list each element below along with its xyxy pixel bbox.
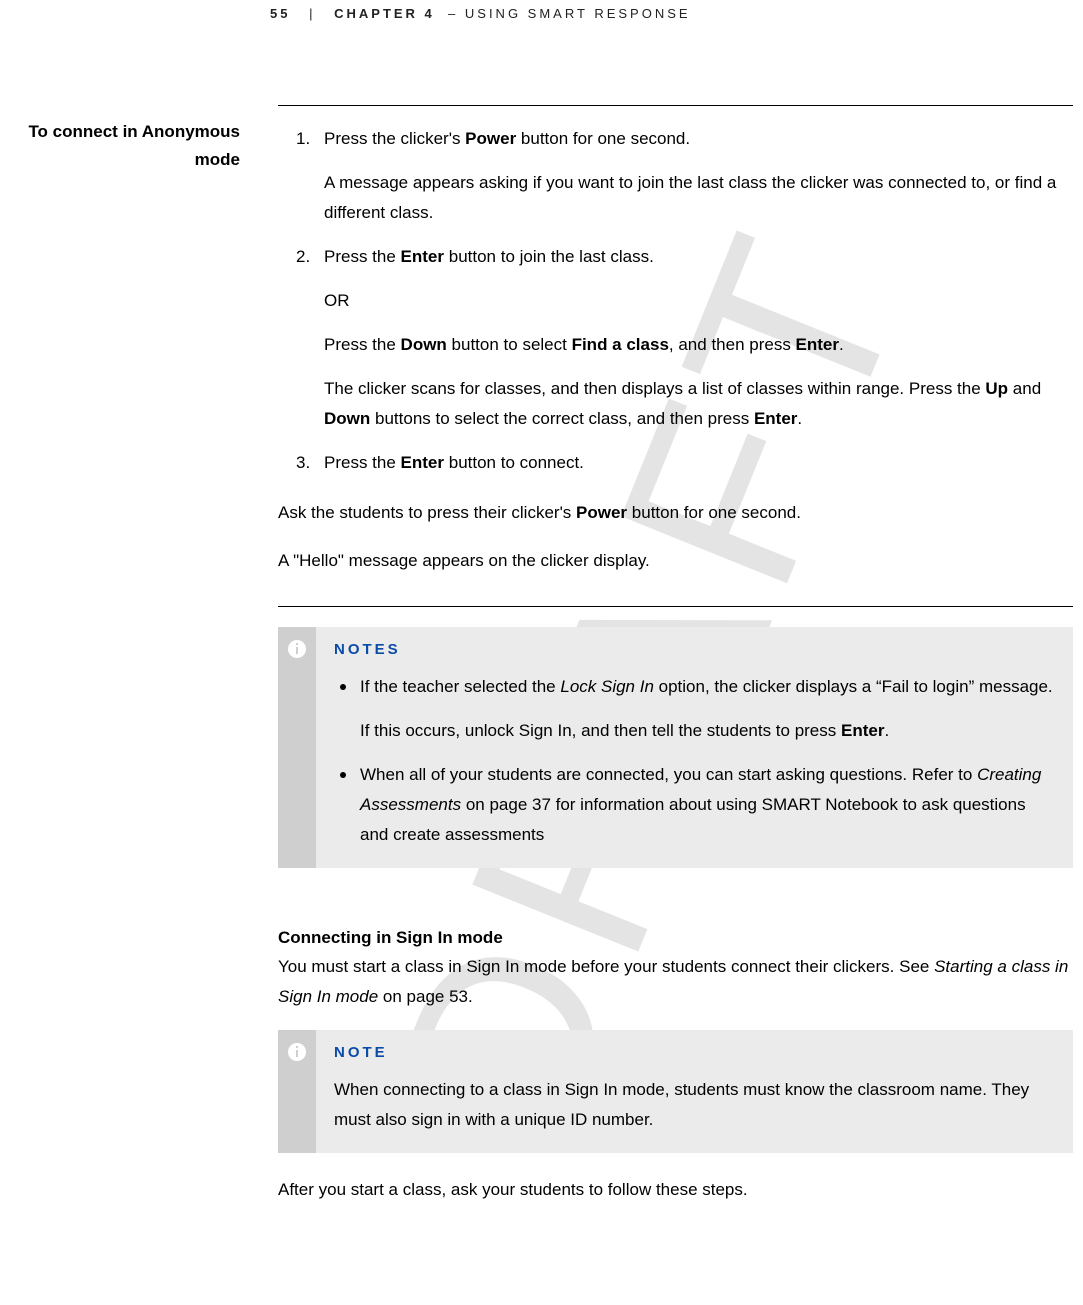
step-text: Press the Enter button to join the last …	[324, 242, 1073, 272]
list-item: 2. Press the Enter button to join the la…	[278, 242, 1073, 434]
list-item: 1. Press the clicker's Power button for …	[278, 124, 1073, 228]
note-text: If this occurs, unlock Sign In, and then…	[360, 716, 1055, 746]
body-paragraph: A "Hello" message appears on the clicker…	[278, 546, 1073, 576]
sidebar-task-heading: To connect in Anonymous mode	[0, 118, 240, 174]
step-text: The clicker scans for classes, and then …	[324, 374, 1073, 434]
step-text: Press the Enter button to connect.	[324, 448, 1073, 478]
section-rule	[278, 105, 1073, 106]
chapter-label: CHAPTER 4	[334, 6, 435, 21]
body-paragraph: Ask the students to press their clicker'…	[278, 498, 1073, 528]
notes-list: If the teacher selected the Lock Sign In…	[334, 672, 1055, 850]
info-icon	[278, 627, 316, 868]
procedure-steps: 1. Press the clicker's Power button for …	[278, 124, 1073, 478]
page-number: 55	[270, 6, 290, 21]
list-item: When all of your students are connected,…	[334, 760, 1055, 850]
header-separator: |	[309, 6, 315, 21]
note-title: NOTE	[334, 1044, 1055, 1061]
list-item: If the teacher selected the Lock Sign In…	[334, 672, 1055, 746]
notes-title: NOTES	[334, 641, 1055, 658]
step-number: 2.	[296, 242, 310, 272]
note-text: When connecting to a class in Sign In mo…	[334, 1075, 1055, 1135]
list-item: 3. Press the Enter button to connect.	[278, 448, 1073, 478]
step-text: Press the clicker's Power button for one…	[324, 124, 1073, 154]
subheading: Connecting in Sign In mode	[278, 928, 1073, 948]
note-text: When all of your students are connected,…	[360, 760, 1055, 850]
step-number: 1.	[296, 124, 310, 154]
chapter-title: – USING SMART RESPONSE	[441, 6, 690, 21]
notes-box: NOTES If the teacher selected the Lock S…	[278, 627, 1073, 868]
step-text: Press the Down button to select Find a c…	[324, 330, 1073, 360]
step-text: A message appears asking if you want to …	[324, 168, 1073, 228]
info-icon	[278, 1030, 316, 1153]
step-number: 3.	[296, 448, 310, 478]
body-paragraph: After you start a class, ask your studen…	[278, 1175, 1073, 1205]
page-header: 55 | CHAPTER 4 – USING SMART RESPONSE	[270, 6, 691, 21]
step-text: OR	[324, 286, 1073, 316]
note-text: If the teacher selected the Lock Sign In…	[360, 672, 1055, 702]
note-box: NOTE When connecting to a class in Sign …	[278, 1030, 1073, 1153]
section-rule	[278, 606, 1073, 607]
body-paragraph: You must start a class in Sign In mode b…	[278, 952, 1073, 1012]
